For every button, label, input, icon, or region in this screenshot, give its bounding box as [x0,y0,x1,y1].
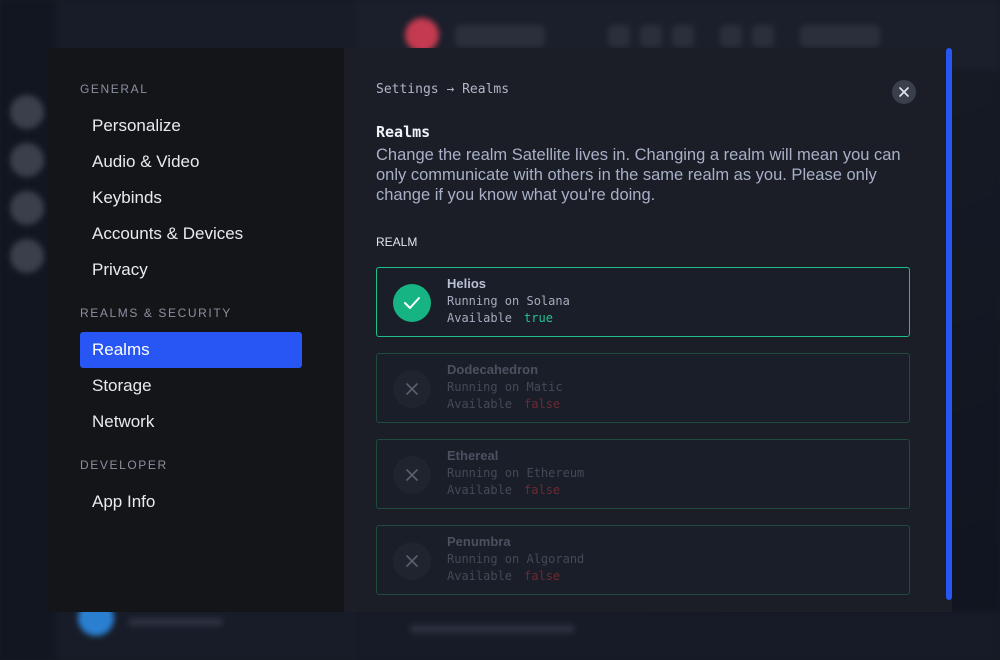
x-icon [406,555,418,567]
breadcrumb-root[interactable]: Settings [376,82,439,97]
x-icon [406,469,418,481]
availability-value: false [524,397,561,411]
realm-availability: Available false [447,483,560,497]
realm-availability: Available true [447,311,553,325]
background-chip [455,25,545,47]
realm-status-badge [393,456,431,494]
nav-item-privacy[interactable]: Privacy [80,252,302,288]
realm-status-badge [393,284,431,322]
nav-heading-realms-security: REALMS & SECURITY [80,306,232,320]
background-placeholder-line [410,625,575,633]
availability-value: false [524,569,561,583]
realm-name: Dodecahedron [447,362,539,377]
realm-name: Helios [447,276,487,291]
scrollbar[interactable] [946,48,952,600]
nav-item-network[interactable]: Network [80,404,302,440]
background-chip [800,25,880,47]
realm-chain: Running on Matic [447,380,563,394]
background-input-bar [356,612,1000,660]
realm-name: Penumbra [447,534,511,549]
nav-heading-developer: DEVELOPER [80,458,168,472]
close-button[interactable] [892,80,916,104]
check-icon [404,297,420,309]
realm-chain: Running on Algorand [447,552,585,566]
realm-availability: Available false [447,569,560,583]
close-icon [899,87,909,97]
realm-option-penumbra[interactable]: Penumbra Running on Algorand Available fa… [376,525,910,595]
realm-option-helios[interactable]: Helios Running on Solana Available true [376,267,910,337]
settings-content: Settings → Realms Realms Change the real… [344,48,952,612]
nav-item-personalize[interactable]: Personalize [80,108,302,144]
availability-label: Available [447,397,513,411]
realm-chain: Running on Ethereum [447,466,585,480]
breadcrumb-current: Realms [462,82,510,97]
background-placeholder-line [128,618,223,626]
availability-label: Available [447,311,513,325]
breadcrumb: Settings → Realms [376,82,910,97]
x-icon [406,383,418,395]
availability-value: true [524,311,553,325]
realm-section-label: REALM [376,235,418,249]
background-chip [672,25,694,47]
background-chip [608,25,630,47]
background-chip [640,25,662,47]
nav-item-storage[interactable]: Storage [80,368,302,404]
realm-option-dodecahedron[interactable]: Dodecahedron Running on Matic Available f… [376,353,910,423]
realm-status-badge [393,370,431,408]
availability-value: false [524,483,561,497]
realm-option-ethereal[interactable]: Ethereal Running on Ethereum Available fa… [376,439,910,509]
realm-status-badge [393,542,431,580]
availability-label: Available [447,483,513,497]
nav-item-audio-video[interactable]: Audio & Video [80,144,302,180]
background-avatar [10,191,44,225]
background-chip [752,25,774,47]
page-description: Change the realm Satellite lives in. Cha… [376,146,901,204]
settings-modal: GENERAL Personalize Audio & Video Keybin… [48,48,952,612]
nav-item-app-info[interactable]: App Info [80,484,302,520]
nav-item-accounts-devices[interactable]: Accounts & Devices [80,216,302,252]
background-avatar [10,239,44,273]
settings-sidebar: GENERAL Personalize Audio & Video Keybin… [48,48,344,612]
realm-name: Ethereal [447,448,499,463]
realm-chain: Running on Solana [447,294,570,308]
nav-item-realms[interactable]: Realms [80,332,302,368]
background-chat-avatar [405,18,439,52]
realm-availability: Available false [447,397,560,411]
availability-label: Available [447,569,513,583]
nav-heading-general: GENERAL [80,82,149,96]
breadcrumb-separator: → [446,82,455,97]
nav-item-keybinds[interactable]: Keybinds [80,180,302,216]
background-avatar [10,95,44,129]
background-avatar [10,143,44,177]
page-title: Realms [376,123,431,141]
background-chip [720,25,742,47]
